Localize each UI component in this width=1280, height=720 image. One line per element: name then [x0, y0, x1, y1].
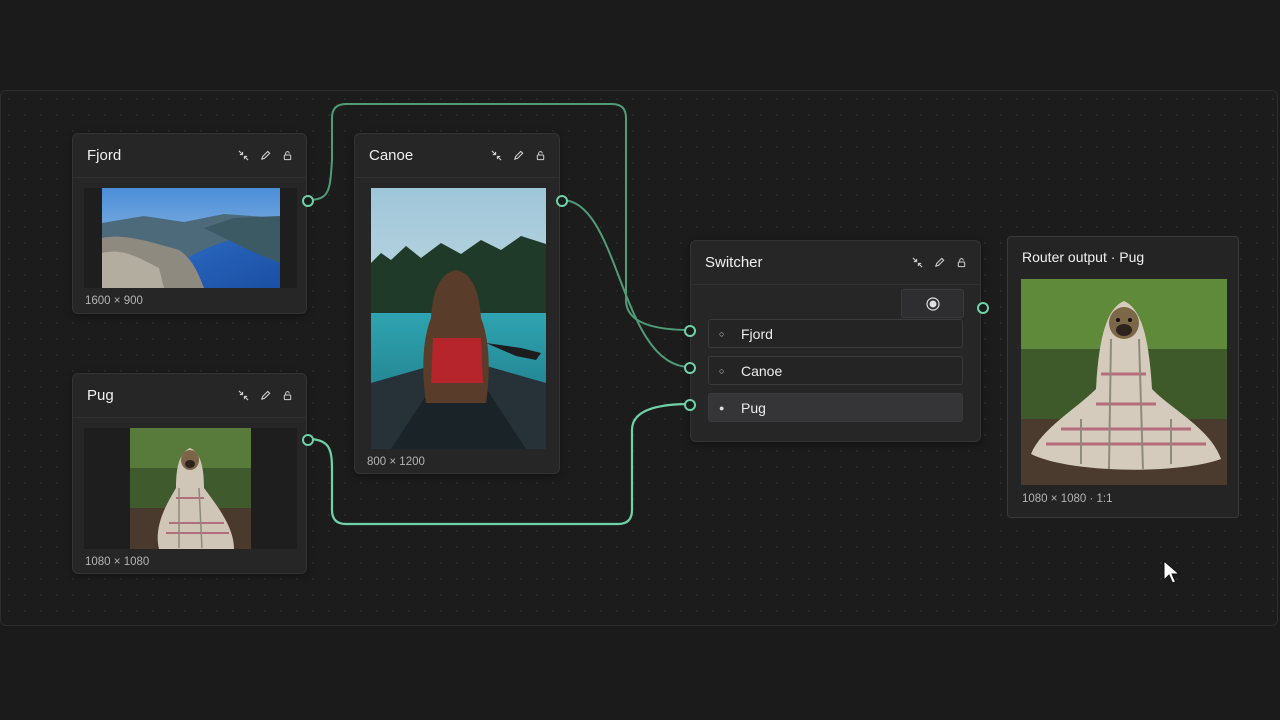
pug-image [84, 428, 297, 549]
radio-icon: ● [719, 402, 725, 413]
switcher-option-canoe[interactable]: ○ Canoe [708, 356, 963, 385]
node-title: Fjord [87, 147, 122, 164]
option-label: Pug [741, 399, 766, 416]
collapse-icon[interactable] [489, 149, 503, 163]
option-label: Fjord [741, 325, 773, 342]
output-pug-image [1021, 279, 1227, 485]
switcher-output-port[interactable] [977, 302, 989, 314]
node-header[interactable]: Switcher [691, 241, 980, 285]
node-pug[interactable]: Pug 1080 × 1080 [72, 373, 307, 574]
mouse-cursor-icon [1163, 560, 1181, 584]
node-tools [236, 149, 294, 163]
collapse-icon[interactable] [236, 149, 250, 163]
edit-pencil-icon[interactable] [932, 256, 946, 270]
node-fjord[interactable]: Fjord 1600 × 900 [72, 133, 307, 314]
lock-icon[interactable] [533, 149, 547, 163]
node-title: Pug [87, 387, 114, 404]
node-title: Canoe [369, 147, 414, 164]
output-toggle-button[interactable] [901, 289, 964, 318]
image-dimensions: 1080 × 1080 [85, 556, 150, 568]
node-tools [236, 389, 294, 403]
node-canoe[interactable]: Canoe 800 × 1200 [354, 133, 560, 474]
option-label: Canoe [741, 362, 783, 379]
node-tools [489, 149, 547, 163]
fjord-image [84, 188, 297, 288]
radio-icon: ○ [719, 328, 725, 339]
lock-icon[interactable] [954, 256, 968, 270]
node-switcher[interactable]: Switcher ○ Fjord ○ Canoe ● Pug [690, 240, 981, 442]
node-header[interactable]: Canoe [355, 134, 559, 178]
canoe-image [371, 188, 546, 449]
switcher-option-fjord[interactable]: ○ Fjord [708, 319, 963, 348]
fjord-output-port[interactable] [302, 195, 314, 207]
collapse-icon[interactable] [236, 389, 250, 403]
edit-pencil-icon[interactable] [511, 149, 525, 163]
switcher-input-port-fjord[interactable] [684, 325, 696, 337]
image-dimensions: 1600 × 900 [85, 295, 143, 307]
lock-icon[interactable] [280, 389, 294, 403]
image-dimensions: 800 × 1200 [367, 456, 425, 468]
node-title: Switcher [705, 254, 763, 271]
edit-pencil-icon[interactable] [258, 149, 272, 163]
edit-pencil-icon[interactable] [258, 389, 272, 403]
lock-icon[interactable] [280, 149, 294, 163]
node-header[interactable]: Pug [73, 374, 306, 418]
radio-target-icon [925, 296, 940, 311]
radio-icon: ○ [719, 365, 725, 376]
switcher-input-port-pug[interactable] [684, 399, 696, 411]
output-dimensions: 1080 × 1080 · 1:1 [1022, 493, 1113, 505]
node-header[interactable]: Fjord [73, 134, 306, 178]
node-title: Router output · Pug [1022, 249, 1145, 265]
switcher-input-port-canoe[interactable] [684, 362, 696, 374]
node-tools [910, 256, 968, 270]
pug-output-port[interactable] [302, 434, 314, 446]
node-router-output[interactable]: Router output · Pug 1080 × 1080 · 1:1 [1007, 236, 1239, 518]
collapse-icon[interactable] [910, 256, 924, 270]
canoe-output-port[interactable] [556, 195, 568, 207]
switcher-option-pug[interactable]: ● Pug [708, 393, 963, 422]
